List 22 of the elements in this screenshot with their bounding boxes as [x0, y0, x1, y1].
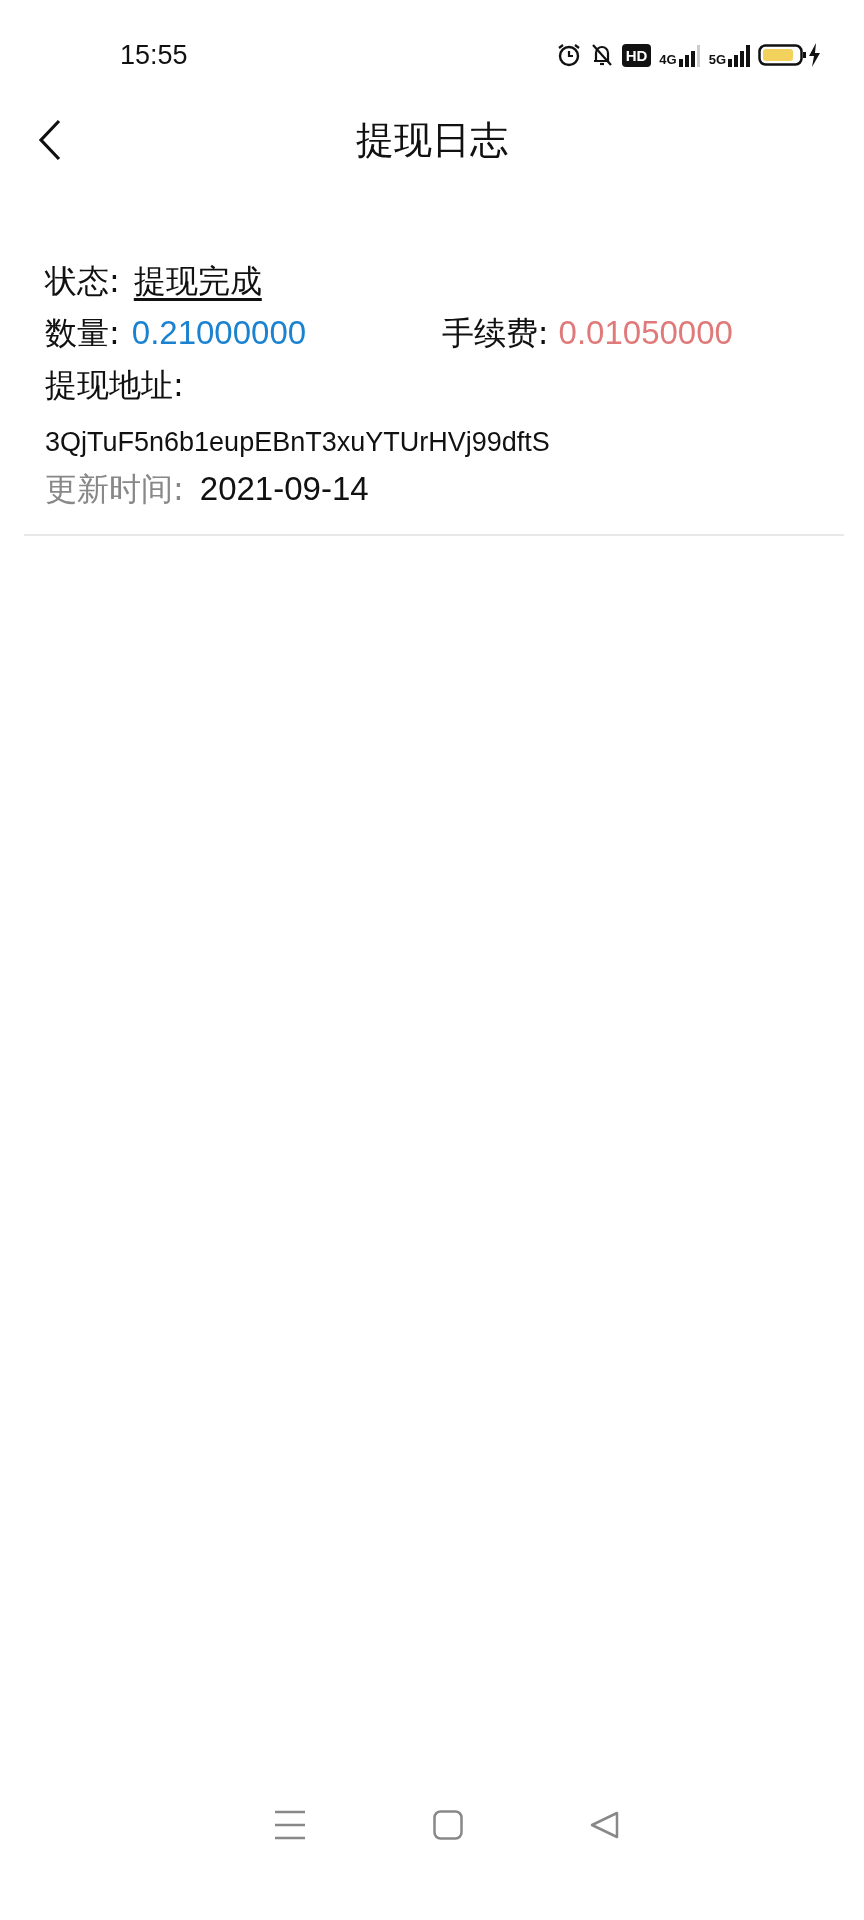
hd-badge: HD — [621, 43, 652, 67]
status-label: 状态: — [45, 261, 120, 302]
home-icon[interactable] — [433, 1810, 463, 1840]
signal-icon — [728, 43, 750, 67]
status-value: 提现完成 — [133, 261, 262, 302]
fee-label: 手续费: — [441, 313, 549, 354]
address-label: 提现地址: — [45, 365, 184, 406]
back-triangle-icon[interactable] — [590, 1810, 621, 1840]
amount-value: 0.21000000 — [131, 314, 308, 352]
back-icon[interactable] — [38, 119, 62, 161]
updated-label: 更新时间: — [45, 469, 184, 510]
menu-icon[interactable] — [273, 1810, 306, 1840]
updated-value: 2021-09-14 — [199, 470, 369, 508]
bell-off-icon — [589, 42, 614, 68]
fee-value: 0.01050000 — [558, 314, 733, 352]
amount-label: 数量: — [45, 313, 120, 354]
network-5g-label: 5G — [708, 52, 726, 67]
network-4g-label: 4G — [659, 52, 677, 67]
address-value: 3QjTuF5n6b1eupEBnT3xuYTUrHVj99dftS — [45, 426, 551, 459]
status-time: 15:55 — [120, 39, 188, 71]
signal-icon — [678, 43, 701, 67]
page-title: 提现日志 — [356, 116, 508, 164]
